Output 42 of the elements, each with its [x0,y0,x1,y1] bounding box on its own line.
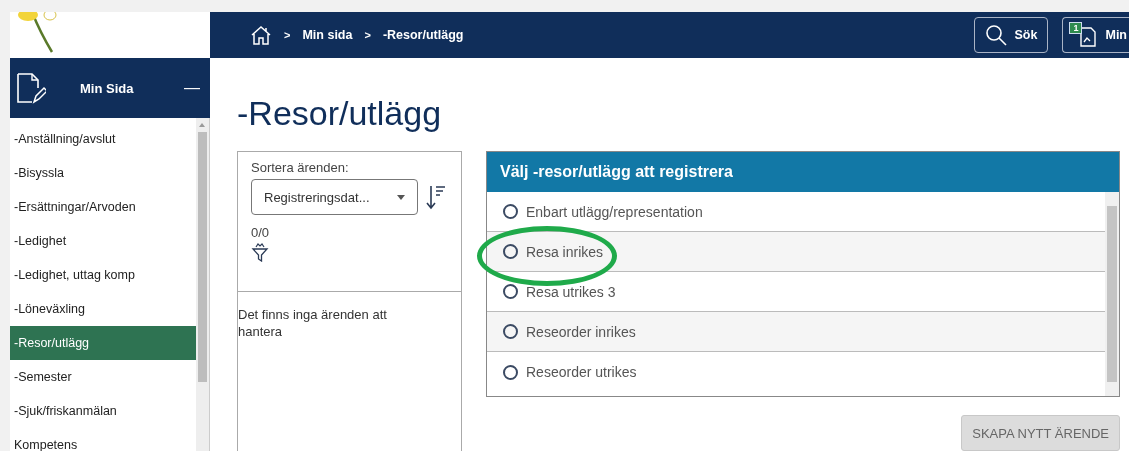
sort-label: Sortera ärenden: [251,160,350,175]
sidebar-item[interactable]: Kompetens [10,428,196,451]
sidebar-item[interactable]: -Sjuk/friskanmälan [10,394,196,428]
scrollbar[interactable] [1105,192,1119,396]
document-edit-icon [16,72,46,104]
search-icon [984,24,1007,46]
filter-icon[interactable] [251,242,269,262]
scrollbar[interactable] [196,118,209,451]
breadcrumb-separator: > [284,29,291,41]
option-label[interactable]: Resa inrikes [526,243,604,260]
breadcrumb-separator: > [364,29,371,41]
option-label[interactable]: Reseorder utrikes [526,364,637,380]
home-icon[interactable] [250,25,272,45]
sort-order-icon[interactable] [426,184,446,210]
sidebar-item[interactable]: -Resor/utlägg [10,326,196,360]
breadcrumb-link[interactable]: -Resor/utlägg [382,28,464,42]
sidebar-item[interactable]: -Ledighet [10,224,196,258]
collapse-button[interactable]: — [184,79,200,97]
option-label[interactable]: Reseorder inrikes [526,323,636,340]
sidebar-title: Min Sida [80,80,135,96]
radio-button[interactable] [503,364,518,380]
sidebar-item[interactable]: -Anställning/avslut [10,122,196,156]
radio-button[interactable] [503,244,518,259]
sort-select[interactable]: Registreringsdat... [251,179,418,215]
radio-button[interactable] [503,284,518,299]
radio-button[interactable] [503,204,518,219]
option-label[interactable]: Resa utrikes 3 [526,283,616,300]
panel-header: Välj -resor/utlägg att registrera [487,152,1119,192]
sidebar-item[interactable]: -Semester [10,360,196,394]
empty-message: Det finns inga ärenden att hantera [238,306,388,340]
sidebar-item[interactable]: -Bisyssla [10,156,196,190]
sidebar-item[interactable]: -Ledighet, uttag komp [10,258,196,292]
inbox-button[interactable]: 1 Min [1062,17,1129,53]
notification-badge: 1 [1069,22,1083,34]
radio-button[interactable] [503,324,518,339]
sidebar-item[interactable]: -Löneväxling [10,292,196,326]
search-button[interactable]: Sök [973,17,1049,53]
case-count: 0/0 [251,225,271,240]
sidebar-item[interactable]: -Ersättningar/Arvoden [10,190,196,224]
page-title: -Resor/utlägg [237,93,443,134]
breadcrumb-link[interactable]: Min sida [302,28,353,42]
option-label[interactable]: Enbart utlägg/representation [526,203,703,220]
